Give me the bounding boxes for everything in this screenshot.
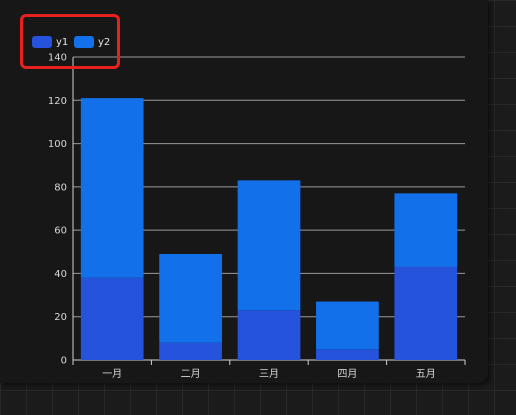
legend-swatch-y1 — [32, 36, 52, 48]
bar-y1-4 — [316, 349, 379, 360]
x-tick-label-3: 三月 — [259, 368, 279, 380]
bar-y2-5 — [394, 193, 458, 267]
y-tick-label-40: 40 — [54, 269, 67, 280]
bar-y2-4 — [316, 301, 379, 350]
y-tick-label-0: 0 — [61, 356, 67, 367]
x-tick-label-4: 四月 — [337, 368, 357, 380]
x-tick-label-1: 一月 — [102, 368, 122, 380]
legend-swatch-y2 — [74, 36, 94, 48]
legend-item-y2[interactable]: y2 — [74, 35, 110, 49]
bar-y2-3 — [237, 180, 301, 311]
bar-y2-2 — [159, 253, 222, 343]
y-tick-label-20: 20 — [54, 312, 67, 323]
y-tick-label-60: 60 — [54, 226, 67, 237]
x-tick-label-5: 五月 — [416, 368, 436, 380]
bar-y1-3 — [237, 310, 301, 360]
bar-y1-1 — [80, 277, 144, 360]
y-tick-label-120: 120 — [48, 96, 67, 107]
y-tick-label-100: 100 — [48, 139, 67, 150]
legend-item-y1[interactable]: y1 — [32, 35, 68, 49]
chart-panel: 0 20 40 60 80 100 120 140 一月 二月 三月 四月 五月 y1 y2 — [0, 0, 488, 383]
bar-y1-5 — [394, 266, 458, 360]
bar-y1-2 — [159, 342, 222, 360]
y-tick-label-80: 80 — [54, 182, 67, 193]
bar-y2-1 — [80, 98, 144, 278]
x-tick-label-2: 二月 — [181, 368, 201, 380]
legend-label-y1: y1 — [56, 36, 69, 48]
legend-label-y2: y2 — [98, 36, 111, 48]
